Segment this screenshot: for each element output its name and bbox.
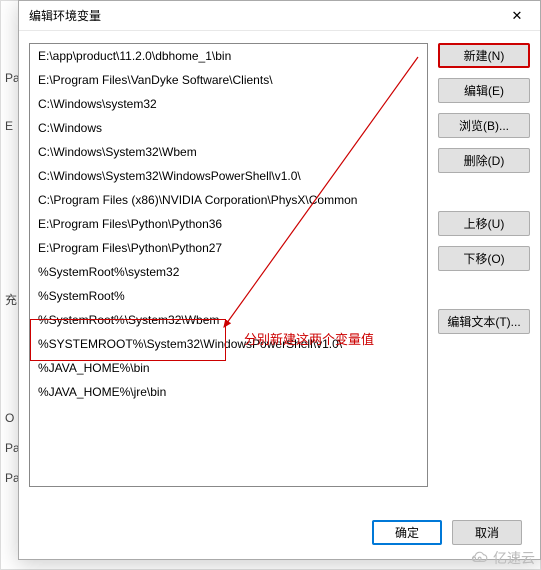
list-item[interactable]: %JAVA_HOME%\jre\bin bbox=[30, 380, 427, 404]
move-down-button[interactable]: 下移(O) bbox=[438, 246, 530, 271]
dialog-content: E:\app\product\11.2.0\dbhome_1\bin E:\Pr… bbox=[19, 31, 540, 510]
cancel-button[interactable]: 取消 bbox=[452, 520, 522, 545]
edit-text-button[interactable]: 编辑文本(T)... bbox=[438, 309, 530, 334]
move-up-button[interactable]: 上移(U) bbox=[438, 211, 530, 236]
close-button[interactable]: ✕ bbox=[502, 4, 532, 28]
spacer bbox=[438, 281, 530, 299]
dialog-title: 编辑环境变量 bbox=[29, 7, 101, 24]
list-item[interactable]: %JAVA_HOME%\bin bbox=[30, 356, 427, 380]
new-button[interactable]: 新建(N) bbox=[438, 43, 530, 68]
cloud-icon bbox=[467, 550, 489, 566]
close-icon: ✕ bbox=[512, 8, 523, 24]
list-item[interactable]: %SystemRoot% bbox=[30, 284, 427, 308]
watermark: 亿速云 bbox=[467, 548, 535, 568]
spacer bbox=[438, 183, 530, 201]
dialog-footer: 确定 取消 bbox=[19, 510, 540, 559]
watermark-text: 亿速云 bbox=[493, 548, 535, 568]
delete-button[interactable]: 删除(D) bbox=[438, 148, 530, 173]
edit-button[interactable]: 编辑(E) bbox=[438, 78, 530, 103]
list-item[interactable]: C:\Windows\System32\Wbem bbox=[30, 140, 427, 164]
ok-button[interactable]: 确定 bbox=[372, 520, 442, 545]
list-item[interactable]: C:\Program Files (x86)\NVIDIA Corporatio… bbox=[30, 188, 427, 212]
list-item[interactable]: C:\Windows\system32 bbox=[30, 92, 427, 116]
list-item[interactable]: %SystemRoot%\system32 bbox=[30, 260, 427, 284]
list-item[interactable]: E:\Program Files\VanDyke Software\Client… bbox=[30, 68, 427, 92]
list-item[interactable]: E:\Program Files\Python\Python36 bbox=[30, 212, 427, 236]
list-item[interactable]: C:\Windows bbox=[30, 116, 427, 140]
bg-text: O bbox=[5, 411, 14, 425]
side-button-column: 新建(N) 编辑(E) 浏览(B)... 删除(D) 上移(U) 下移(O) 编… bbox=[438, 43, 530, 504]
edit-env-var-dialog: 编辑环境变量 ✕ E:\app\product\11.2.0\dbhome_1\… bbox=[18, 0, 541, 560]
list-item[interactable]: E:\Program Files\Python\Python27 bbox=[30, 236, 427, 260]
list-item[interactable]: C:\Windows\System32\WindowsPowerShell\v1… bbox=[30, 164, 427, 188]
list-item[interactable]: E:\app\product\11.2.0\dbhome_1\bin bbox=[30, 44, 427, 68]
titlebar: 编辑环境变量 ✕ bbox=[19, 1, 540, 31]
bg-text: E bbox=[5, 119, 13, 133]
list-item[interactable]: %SystemRoot%\System32\Wbem bbox=[30, 308, 427, 332]
browse-button[interactable]: 浏览(B)... bbox=[438, 113, 530, 138]
bg-text: 充 bbox=[5, 291, 17, 308]
path-listbox[interactable]: E:\app\product\11.2.0\dbhome_1\bin E:\Pr… bbox=[29, 43, 428, 487]
list-item[interactable]: %SYSTEMROOT%\System32\WindowsPowerShell\… bbox=[30, 332, 427, 356]
